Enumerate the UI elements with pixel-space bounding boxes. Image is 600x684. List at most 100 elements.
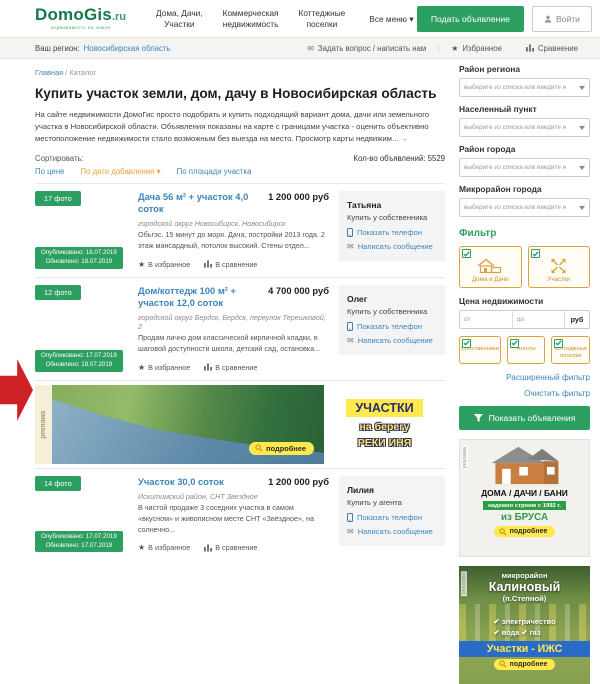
- checkbox-checked-icon[interactable]: [554, 339, 563, 348]
- date-badge: Опубликовано: 18.07.2019 Обновлено: 18.0…: [35, 247, 123, 269]
- add-to-favorites-button[interactable]: ★В избранное: [138, 543, 190, 552]
- contact-card: Татьяна Купить у собственника Показать т…: [339, 191, 445, 261]
- region-link[interactable]: Новосибирская область: [84, 44, 171, 53]
- price-from-input[interactable]: [460, 311, 513, 328]
- nav-cottage-villages[interactable]: Коттеджные поселки: [299, 8, 346, 30]
- filter-tile-villages[interactable]: Коттеджные поселки: [551, 336, 590, 364]
- favorites-compare-group: ★ Избранное Сравнение: [438, 44, 590, 53]
- favorites-link[interactable]: ★ Избранное: [439, 44, 514, 53]
- listing-title-link[interactable]: Дом/коттедж 100 м² + участок 12,0 соток: [138, 285, 268, 309]
- magnifier-icon: [499, 528, 507, 536]
- sidebar-filters: Район региона выберите из списка или вве…: [459, 64, 590, 684]
- nav-all-menu[interactable]: Все меню ▾: [369, 14, 413, 24]
- sort-by-area[interactable]: По площади участка: [177, 167, 252, 176]
- price-filter: Цена недвижимости руб: [459, 296, 590, 329]
- checkbox-checked-icon[interactable]: [510, 339, 519, 348]
- nav-homes-plots[interactable]: Дома, Дачи, Участки: [156, 8, 203, 30]
- listing-title-link[interactable]: Дача 56 м² + участок 4,0 соток: [138, 191, 268, 215]
- site-logo[interactable]: DomoGis.ru недвижимость на земле: [35, 6, 126, 31]
- ad-banner[interactable]: реклама подробнее УЧАСТКИ на берегу РЕКИ…: [35, 380, 445, 468]
- region-bar: Ваш регион: Новосибирская область ✉ Зада…: [0, 37, 600, 59]
- sort-by-price[interactable]: По цене: [35, 167, 64, 176]
- contact-name: Татьяна: [347, 200, 437, 210]
- add-to-compare-button[interactable]: В сравнение: [204, 260, 257, 269]
- listing-price: 1 200 000 руб: [268, 191, 329, 202]
- ad-more-button[interactable]: подробнее: [249, 442, 314, 455]
- filter-city-district: Район города выберите из списка или введ…: [459, 144, 590, 177]
- settlement-select[interactable]: выберите из списка или введите н: [459, 118, 590, 137]
- checkbox-checked-icon[interactable]: [462, 339, 471, 348]
- add-to-compare-button[interactable]: В сравнение: [204, 543, 257, 552]
- filter-tile-homes[interactable]: Дома и Дачи: [459, 246, 522, 288]
- land-plot-icon: [550, 258, 567, 274]
- show-phone-button[interactable]: Показать телефон: [347, 228, 437, 237]
- page-title: Купить участок земли, дом, дачу в Новоси…: [35, 86, 445, 101]
- ad-label: реклама: [40, 411, 47, 439]
- photo-count-badge[interactable]: 14 фото: [35, 476, 81, 491]
- clear-filter-link[interactable]: Очистить фильтр: [459, 389, 590, 398]
- listing-row: 14 фото Опубликовано: 17.07.2019 Обновле…: [35, 468, 445, 561]
- login-button[interactable]: Войти: [532, 6, 592, 32]
- add-to-compare-button[interactable]: В сравнение: [204, 363, 257, 372]
- ad-more-button[interactable]: подробнее: [494, 526, 556, 537]
- show-listings-button[interactable]: Показать объявления: [459, 406, 590, 430]
- add-to-favorites-button[interactable]: ★В избранное: [138, 363, 190, 372]
- submit-listing-button[interactable]: Подать объявление: [417, 6, 524, 32]
- breadcrumb-home[interactable]: Главная: [35, 68, 63, 77]
- ad-more-button[interactable]: подробнее: [494, 659, 556, 670]
- ad-text-block[interactable]: УЧАСТКИ на берегу РЕКИ ИНЯ: [324, 385, 445, 464]
- show-phone-button[interactable]: Показать телефон: [347, 322, 437, 331]
- listing-photo-col: 17 фото Опубликовано: 18.07.2019 Обновле…: [35, 191, 134, 269]
- microdistrict-select[interactable]: выберите из списка или введите н: [459, 198, 590, 217]
- magnifier-icon: [499, 660, 507, 668]
- login-label: Войти: [556, 14, 580, 24]
- send-message-button[interactable]: ✉Написать сообщение: [347, 242, 437, 251]
- send-message-button[interactable]: ✉Написать сообщение: [347, 336, 437, 345]
- checkbox-checked-icon[interactable]: [531, 249, 540, 258]
- filter-tile-owners[interactable]: Собственники: [459, 336, 501, 364]
- bar-chart-icon: [204, 260, 212, 268]
- house-illustration: [486, 444, 564, 486]
- show-phone-button[interactable]: Показать телефон: [347, 513, 437, 522]
- photo-count-badge[interactable]: 17 фото: [35, 191, 81, 206]
- date-badge: Опубликовано: 17.07.2019 Обновлено: 17.0…: [35, 531, 123, 553]
- ad-label-strip: реклама: [35, 385, 52, 464]
- checkbox-checked-icon[interactable]: [462, 249, 471, 258]
- price-to-input[interactable]: [513, 311, 566, 328]
- magnifier-icon: [255, 444, 263, 452]
- ad-title: УЧАСТКИ: [346, 399, 422, 417]
- filter-tile-plots[interactable]: Участки: [528, 246, 591, 288]
- region-bar-right: ✉ Задать вопрос / написать нам ★ Избранн…: [295, 44, 590, 53]
- listing-location: городской округ Бердск, Бердск, переулок…: [138, 313, 329, 331]
- filter-microdistrict: Микрорайон города выберите из списка или…: [459, 184, 590, 217]
- add-to-favorites-button[interactable]: ★В избранное: [138, 260, 190, 269]
- price-label: Цена недвижимости: [459, 296, 590, 306]
- region-district-select[interactable]: выберите из списка или введите н: [459, 78, 590, 97]
- ad-photo-river[interactable]: подробнее: [52, 385, 324, 464]
- contact-type: Купить у собственника: [347, 213, 437, 222]
- house-icon: [476, 258, 504, 274]
- sidebar-ad-kalinoviy[interactable]: реклама микрорайон Калиновый (п.Степной)…: [459, 566, 590, 684]
- sort-by-date[interactable]: По дате добавления ▾: [80, 167, 160, 176]
- bar-chart-icon: [526, 44, 534, 52]
- intro-more-arrow[interactable]: →: [401, 134, 409, 143]
- ask-question-link[interactable]: ✉ Задать вопрос / написать нам: [295, 44, 438, 53]
- contact-name: Лилия: [347, 485, 437, 495]
- ad-badge: надежно строим с 1992 г.: [483, 501, 566, 510]
- ad-features: ✔ электричество ✔ вода ✔ газ: [493, 617, 555, 638]
- contact-card: Лилия Купить у агента Показать телефон ✉…: [339, 476, 445, 546]
- ad-banner-strip: Участки - ИЖС: [459, 641, 590, 657]
- main-nav: Дома, Дачи, Участки Коммерческая недвижи…: [156, 8, 413, 30]
- envelope-icon: ✉: [307, 44, 314, 53]
- advanced-filter-link[interactable]: Расширенный фильтр: [459, 373, 590, 382]
- filter-tile-agents[interactable]: Агенты: [507, 336, 546, 364]
- city-district-select[interactable]: выберите из списка или введите н: [459, 158, 590, 177]
- photo-count-badge[interactable]: 12 фото: [35, 285, 81, 300]
- listing-main-col: Участок 30,0 соток 1 200 000 руб Искитим…: [134, 476, 339, 553]
- content: Главная / Каталог Купить участок земли, …: [0, 59, 600, 684]
- listing-title-link[interactable]: Участок 30,0 соток: [138, 476, 224, 488]
- compare-link[interactable]: Сравнение: [514, 44, 590, 53]
- nav-commercial[interactable]: Коммерческая недвижимость: [223, 8, 279, 30]
- sidebar-ad-brus[interactable]: реклама ДОМА / ДАЧИ / БАНИ надежно строи…: [459, 439, 590, 557]
- send-message-button[interactable]: ✉Написать сообщение: [347, 527, 437, 536]
